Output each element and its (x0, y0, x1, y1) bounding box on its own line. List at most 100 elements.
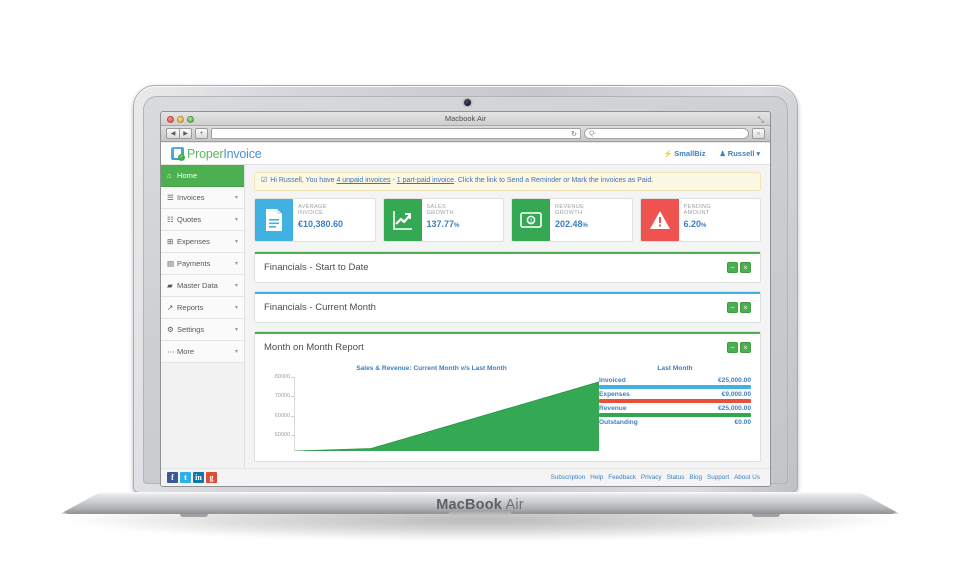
device-bezel-label: MacBook Air (0, 497, 960, 513)
app-logo[interactable]: ✓ ProperInvoice (171, 147, 262, 161)
footer-links: Subscription Help Feedback Privacy Status Blo… (551, 474, 760, 481)
chart-panel-body: Sales & Revenue: Current Month v/s Last … (255, 362, 760, 461)
device-model: Air (502, 497, 524, 513)
laptop-foot-right (752, 514, 780, 517)
plan-badge[interactable]: ⚡ SmallBiz (664, 149, 706, 158)
chart-plot-area (294, 376, 599, 451)
sidebar-item-home[interactable]: ⌂ Home (161, 165, 244, 187)
legend-label: Expenses (599, 390, 630, 398)
stat-icon: 1 (512, 198, 550, 241)
footer-link-help[interactable]: Help (590, 474, 603, 481)
stat-label-line2: INVOICE (298, 210, 324, 217)
bell-icon: ☑ (261, 177, 268, 184)
browser-search-input[interactable]: Q- (584, 128, 749, 139)
legend-title: Last Month (657, 364, 693, 372)
footer-link-support[interactable]: Support (707, 474, 729, 481)
legend-value: €0.00 (734, 418, 751, 426)
panel-minimize-button[interactable]: − (727, 342, 738, 354)
stat-card-average-invoice[interactable]: AVERAGE INVOICE €10,380.60 (254, 197, 376, 242)
stat-value: €10,380.60 (298, 218, 344, 229)
downloads-icon[interactable]: ○ (752, 128, 765, 139)
sidebar-item-more[interactable]: ⋯ More ▾ (161, 341, 244, 363)
sidebar-icon-5: ▰ (167, 281, 173, 290)
sidebar-icon-6: ↗ (167, 303, 174, 312)
nav-buttons: ◀ ▶ (166, 128, 192, 139)
laptop-screen: Macbook Air ⤡ ◀ ▶ + ↻ Q- ○ ✓ ProperInvoi… (161, 112, 770, 486)
footer-link-status[interactable]: Status (667, 474, 685, 481)
laptop-foot-left (180, 514, 208, 517)
unpaid-invoices-link[interactable]: 4 unpaid invoices (336, 177, 390, 184)
panel-minimize-button[interactable]: − (727, 262, 738, 274)
logo-check-icon: ✓ (178, 154, 185, 161)
webcam-icon (464, 99, 471, 106)
logo-document-icon: ✓ (171, 147, 185, 161)
chevron-down-icon: ▾ (234, 261, 238, 267)
main-content: ☑ Hi Russell, You have 4 unpaid invoices… (245, 165, 770, 486)
chevron-down-icon: ▾ (234, 283, 238, 289)
part-paid-invoice-link[interactable]: 1 part-paid invoice (397, 177, 454, 184)
sidebar-item-label: Payments (177, 259, 211, 268)
back-button[interactable]: ◀ (166, 128, 179, 139)
panel-minimize-button[interactable]: − (727, 302, 738, 314)
linkedin-icon[interactable]: in (193, 472, 204, 483)
address-bar[interactable]: ↻ (211, 128, 581, 139)
stat-unit: % (582, 222, 588, 229)
footer-link-blog[interactable]: Blog (689, 474, 702, 481)
fullscreen-icon[interactable]: ⤡ (758, 115, 764, 125)
legend-row: Revenue €25,000.00 (599, 405, 751, 417)
sidebar-item-settings[interactable]: ⚙ Settings ▾ (161, 319, 244, 341)
stat-icon (255, 198, 293, 241)
user-menu[interactable]: ♟ Russell ▾ (720, 149, 760, 158)
sidebar-item-invoices[interactable]: ☰ Invoices ▾ (161, 187, 244, 209)
panel-close-button[interactable]: × (740, 262, 751, 274)
stat-card-pending-amount[interactable]: PENDING AMOUNT 6.20% (639, 197, 761, 242)
panel-actions: − × (727, 262, 751, 274)
sidebar-icon-0: ⌂ (167, 171, 172, 180)
sidebar-icon-2: ☷ (167, 215, 174, 224)
sidebar-item-payments[interactable]: ▤ Payments ▾ (161, 253, 244, 275)
browser-toolbar: ◀ ▶ + ↻ Q- ○ (161, 126, 770, 142)
stat-unit: % (701, 222, 707, 229)
footer-link-subscription[interactable]: Subscription (551, 474, 586, 481)
app-header: ✓ ProperInvoice ⚡ SmallBiz ♟ Russell ▾ (161, 143, 770, 165)
footer-link-privacy[interactable]: Privacy (641, 474, 662, 481)
logo-text: ProperInvoice (187, 147, 262, 161)
legend-bar (599, 412, 751, 417)
panel-actions: − × (727, 342, 751, 354)
sidebar-item-reports[interactable]: ↗ Reports ▾ (161, 297, 244, 319)
app-body: ⌂ Home ☰ Invoices ▾ ☷ Quotes ▾ ⊞ Expenses ▾ ▤ Paymen… (161, 165, 770, 486)
twitter-icon[interactable]: t (180, 472, 191, 483)
sidebar-item-quotes[interactable]: ☷ Quotes ▾ (161, 209, 244, 231)
sidebar-icon-1: ☰ (167, 193, 174, 202)
googleplus-icon[interactable]: g (206, 472, 217, 483)
stat-card-sales-growth[interactable]: SALES GROWTH 137.77% (382, 197, 504, 242)
panel-title: Financials - Current Month (264, 302, 376, 314)
reload-icon[interactable]: ↻ (571, 130, 577, 138)
legend-value: €25,000.00 (717, 376, 751, 384)
legend-label: Outstanding (599, 418, 638, 426)
chart-plot: 80000 70000 60000 50000 (264, 374, 599, 451)
stat-card-revenue-growth[interactable]: 1 REVENUE GROWTH 202.48% (511, 197, 633, 242)
footer-link-feedback[interactable]: Feedback (608, 474, 636, 481)
legend-row: Outstanding €0.00 (599, 419, 751, 431)
panel-financials-current-month: Financials - Current Month − × (254, 290, 761, 323)
chevron-down-icon: ▾ (234, 327, 238, 333)
chart-title: Sales & Revenue: Current Month v/s Last … (356, 364, 507, 372)
panel-close-button[interactable]: × (740, 342, 751, 354)
sidebar-item-master-data[interactable]: ▰ Master Data ▾ (161, 275, 244, 297)
panel-header: Financials - Current Month − × (255, 294, 760, 322)
sidebar-item-expenses[interactable]: ⊞ Expenses ▾ (161, 231, 244, 253)
user-label: Russell (727, 149, 755, 158)
plan-label: SmallBiz (674, 149, 706, 158)
forward-button[interactable]: ▶ (179, 128, 192, 139)
sidebar-item-label: Quotes (177, 215, 202, 224)
stat-icon (640, 198, 679, 241)
legend-bar (599, 384, 751, 389)
stat-icon (383, 198, 422, 241)
stat-cards: AVERAGE INVOICE €10,380.60 SALES GROWTH 137.7… (254, 197, 761, 242)
panel-close-button[interactable]: × (740, 302, 751, 314)
add-tab-button[interactable]: + (195, 128, 208, 139)
browser-window: Macbook Air ⤡ ◀ ▶ + ↻ Q- ○ ✓ ProperInvoi… (161, 112, 770, 486)
footer-link-about-us[interactable]: About Us (734, 474, 760, 481)
facebook-icon[interactable]: f (167, 472, 178, 483)
